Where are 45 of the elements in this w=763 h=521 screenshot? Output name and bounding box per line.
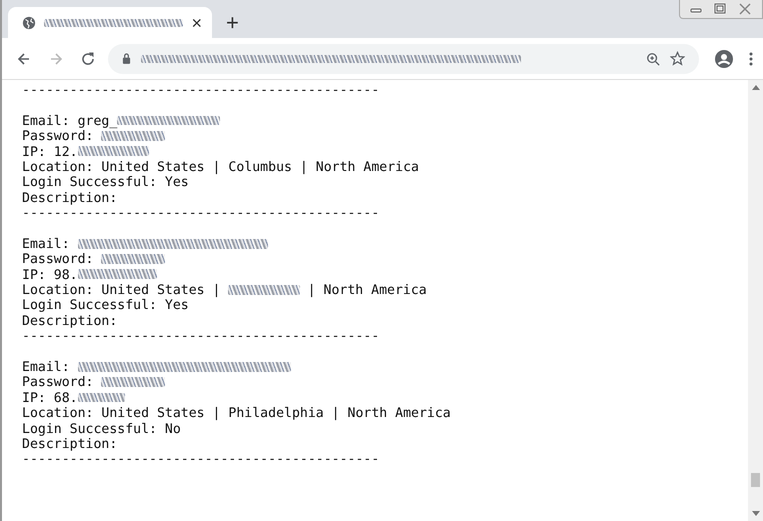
record-text: Password: [22,375,94,390]
redaction-mark [78,392,126,402]
menu-icon[interactable] [749,50,753,66]
scroll-down-icon[interactable] [752,511,760,517]
redaction-mark [101,377,165,388]
record-text: Login Successful: Yes [22,175,189,190]
record-text: Location: United States | Philadelphia | North America [22,406,451,422]
redaction-mark [78,146,149,156]
star-icon[interactable] [670,51,685,66]
record-text: Description: [22,314,118,329]
scroll-up-icon[interactable] [752,84,760,90]
record-text: IP: 68. [22,390,78,406]
record-text: | North America [306,283,427,298]
close-tab-button[interactable]: × [191,14,202,32]
scrollbar[interactable] [748,80,763,521]
separator-text: --------------------------------------------- [22,329,380,344]
record-text: Location: United States | Columbus | North America [22,160,419,175]
record-text: Email: greg_ [22,114,118,129]
new-tab-button[interactable]: + [226,12,239,34]
record-text: Location: United States | [22,283,222,298]
reload-icon[interactable] [80,50,96,66]
redaction-mark [228,284,300,295]
browser-tab[interactable]: × [8,7,212,38]
record-text: Description: [22,190,118,206]
separator-text: --------------------------------------------- [22,452,380,468]
separator-text: --------------------------------------------- [22,83,380,98]
redaction-mark [101,254,165,264]
record-text: IP: 12. [22,144,78,160]
record-text: Password: [22,129,94,144]
record-text: Login Successful: No [22,422,181,437]
redaction-mark [101,130,165,141]
globe-icon [22,16,36,30]
record-text: Email: [22,360,71,376]
profile-icon[interactable] [715,50,733,68]
scrollbar-thumb[interactable] [751,473,760,487]
lock-icon [122,53,131,64]
record-text: Login Successful: Yes [22,298,189,314]
zoom-icon[interactable] [646,52,660,66]
back-icon[interactable] [16,50,32,66]
record-text: Password: [22,252,94,268]
record-text: IP: 98. [22,268,78,283]
separator-text: --------------------------------------------- [22,206,380,222]
record-text: Description: [22,436,118,452]
record-text: Email: [22,236,71,252]
address-bar[interactable] [108,44,699,74]
